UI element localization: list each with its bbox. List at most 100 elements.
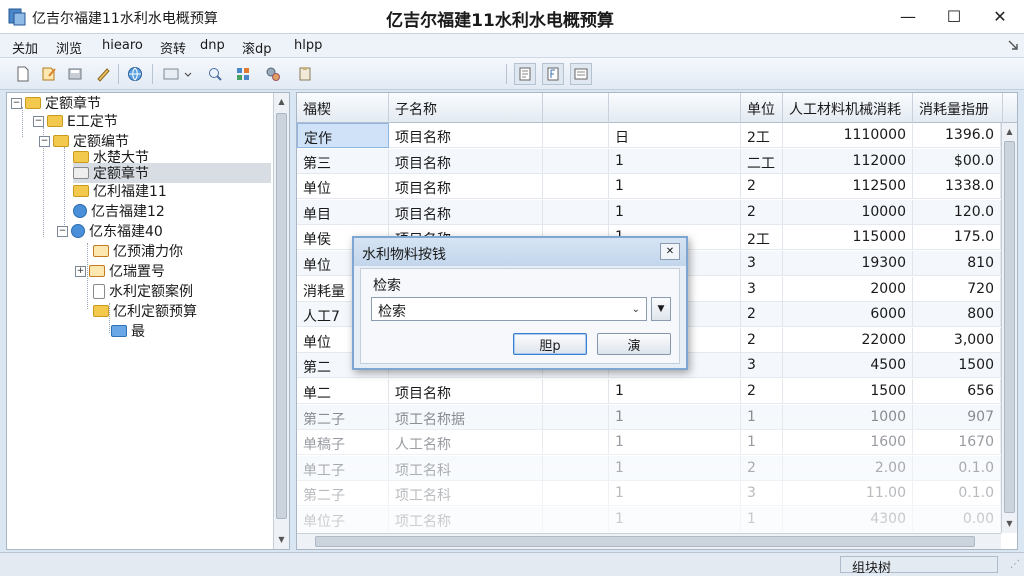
restore-corner-icon[interactable] [1006, 38, 1020, 52]
table-cell[interactable]: 0.00 [913, 507, 1001, 532]
table-cell[interactable]: 1 [609, 430, 741, 456]
table-cell[interactable]: 2工 [741, 123, 783, 148]
maximize-button[interactable]: ☐ [932, 2, 976, 30]
menu-item-6[interactable]: 滚dp [242, 38, 272, 57]
new-file-icon[interactable] [12, 63, 34, 85]
edit-file-icon[interactable] [38, 63, 60, 85]
dropdown-button[interactable]: ▼ [651, 297, 671, 321]
table-cell[interactable]: 1396.0 [913, 123, 1001, 148]
tree-item[interactable]: 亿预浦力你 [93, 241, 183, 261]
table-cell[interactable] [543, 148, 609, 174]
settings-icon[interactable] [262, 63, 284, 85]
table-cell[interactable]: 单位 [297, 174, 389, 200]
table-cell[interactable]: 2 [741, 174, 783, 200]
table-cell[interactable]: 6000 [783, 302, 913, 328]
column-header[interactable]: 单位 [741, 93, 783, 123]
expand-icon[interactable]: + [75, 265, 86, 277]
table-row[interactable]: 单位 项目名称 1 2 112500 1338.0 [297, 174, 1017, 200]
table-cell[interactable]: 项工名科 [389, 481, 543, 507]
table-cell[interactable]: 项目名称 [389, 199, 543, 225]
globe-icon[interactable] [124, 63, 146, 85]
table-cell[interactable]: 1 [609, 507, 741, 532]
tree-item[interactable]: − 定额章节 [11, 93, 101, 113]
table-row[interactable]: 第二子 项工名称据 1 1 1000 907 [297, 404, 1017, 430]
dialog-title-bar[interactable]: 水利物料按钱 ✕ [354, 238, 686, 266]
table-cell[interactable]: 175.0 [913, 225, 1001, 251]
collapse-icon[interactable]: − [57, 225, 68, 237]
table-cell[interactable] [543, 455, 609, 481]
table-cell[interactable]: 项目名称 [389, 148, 543, 174]
table-cell[interactable]: 22000 [783, 327, 913, 353]
table-cell[interactable]: 1 [741, 430, 783, 456]
column-header[interactable] [543, 93, 609, 123]
table-row[interactable]: 单稿子 人工名称 1 1 1600 1670 [297, 430, 1017, 456]
table-cell[interactable]: 1670 [913, 430, 1001, 456]
pencil-icon[interactable] [92, 63, 114, 85]
table-cell[interactable]: 项工名称 [389, 507, 543, 532]
table-cell[interactable]: 日 [609, 123, 741, 148]
search-combo[interactable]: 检索 ⌄ [371, 297, 647, 321]
save-icon[interactable] [64, 63, 86, 85]
table-cell[interactable]: 单工子 [297, 455, 389, 481]
table-cell[interactable]: 1600 [783, 430, 913, 456]
scroll-thumb[interactable] [276, 113, 287, 519]
table-cell[interactable]: 4500 [783, 353, 913, 379]
table-cell[interactable]: 3 [741, 276, 783, 302]
table-cell[interactable]: 1500 [913, 353, 1001, 379]
grid-scrollbar[interactable]: ▲ ▼ [1001, 123, 1017, 533]
table-cell[interactable]: 3 [741, 481, 783, 507]
table-cell[interactable]: 定作 [297, 123, 389, 148]
table-cell[interactable]: 1 [609, 379, 741, 404]
table-cell[interactable]: 单位子 [297, 507, 389, 532]
tree-item[interactable]: 亿吉福建12 [73, 201, 165, 221]
table-cell[interactable]: 120.0 [913, 199, 1001, 225]
grid-hscrollbar[interactable] [297, 533, 1001, 549]
tree-item[interactable]: 亿利福建11 [73, 181, 167, 201]
table-cell[interactable]: 人工名称 [389, 430, 543, 456]
table-cell[interactable]: 720 [913, 276, 1001, 302]
table-cell[interactable]: 0.1.0 [913, 481, 1001, 507]
dropdown-list-icon[interactable] [160, 63, 196, 85]
table-cell[interactable]: 3,000 [913, 327, 1001, 353]
table-cell[interactable] [543, 481, 609, 507]
ok-button[interactable]: 胆p [513, 333, 587, 355]
table-cell[interactable]: 19300 [783, 251, 913, 276]
scroll-up-icon[interactable]: ▲ [274, 93, 289, 109]
table-cell[interactable]: 二工 [741, 148, 783, 174]
table-cell[interactable]: 3 [741, 353, 783, 379]
table-row[interactable]: 第三 项目名称 1 二工 112000 $00.0 [297, 148, 1017, 174]
table-cell[interactable]: 2 [741, 455, 783, 481]
tree-item[interactable]: + 亿瑞置号 [75, 261, 165, 281]
table-cell[interactable]: 0.1.0 [913, 455, 1001, 481]
column-header[interactable] [609, 93, 741, 123]
table-cell[interactable]: 112500 [783, 174, 913, 200]
table-cell[interactable]: 2 [741, 302, 783, 328]
scroll-down-icon[interactable]: ▼ [274, 531, 289, 547]
table-cell[interactable]: 1338.0 [913, 174, 1001, 200]
table-cell[interactable]: 656 [913, 379, 1001, 404]
table-cell[interactable]: 1 [609, 481, 741, 507]
tree-item[interactable]: 亿利定额预算 [93, 301, 197, 321]
grid-icon[interactable] [232, 63, 254, 85]
search-icon[interactable] [204, 63, 226, 85]
minimize-button[interactable]: — [886, 2, 930, 30]
table-cell[interactable]: $00.0 [913, 148, 1001, 174]
tree-item[interactable]: 水利定额案例 [93, 281, 193, 301]
table-cell[interactable]: 112000 [783, 148, 913, 174]
column-header[interactable]: 消耗量指册 [913, 93, 1003, 123]
table-cell[interactable]: 1 [609, 199, 741, 225]
table-cell[interactable]: 项目名称 [389, 123, 543, 148]
table-cell[interactable]: 2 [741, 379, 783, 404]
close-button[interactable]: ✕ [978, 2, 1022, 30]
view-b-icon[interactable] [542, 63, 564, 85]
table-cell[interactable] [543, 507, 609, 532]
table-row[interactable]: 单工子 项工名科 1 2 2.00 0.1.0 [297, 455, 1017, 481]
view-a-icon[interactable] [514, 63, 536, 85]
table-cell[interactable]: 2.00 [783, 455, 913, 481]
menu-item-7[interactable]: hlpp [294, 38, 322, 53]
menu-item-2[interactable]: 浏览 [56, 38, 82, 57]
tree-scrollbar[interactable]: ▲ ▼ [273, 93, 289, 549]
table-row[interactable]: 定作 项目名称 日 2工 1110000 1396.0 [297, 123, 1017, 148]
table-cell[interactable]: 单二 [297, 379, 389, 404]
table-cell[interactable]: 10000 [783, 199, 913, 225]
